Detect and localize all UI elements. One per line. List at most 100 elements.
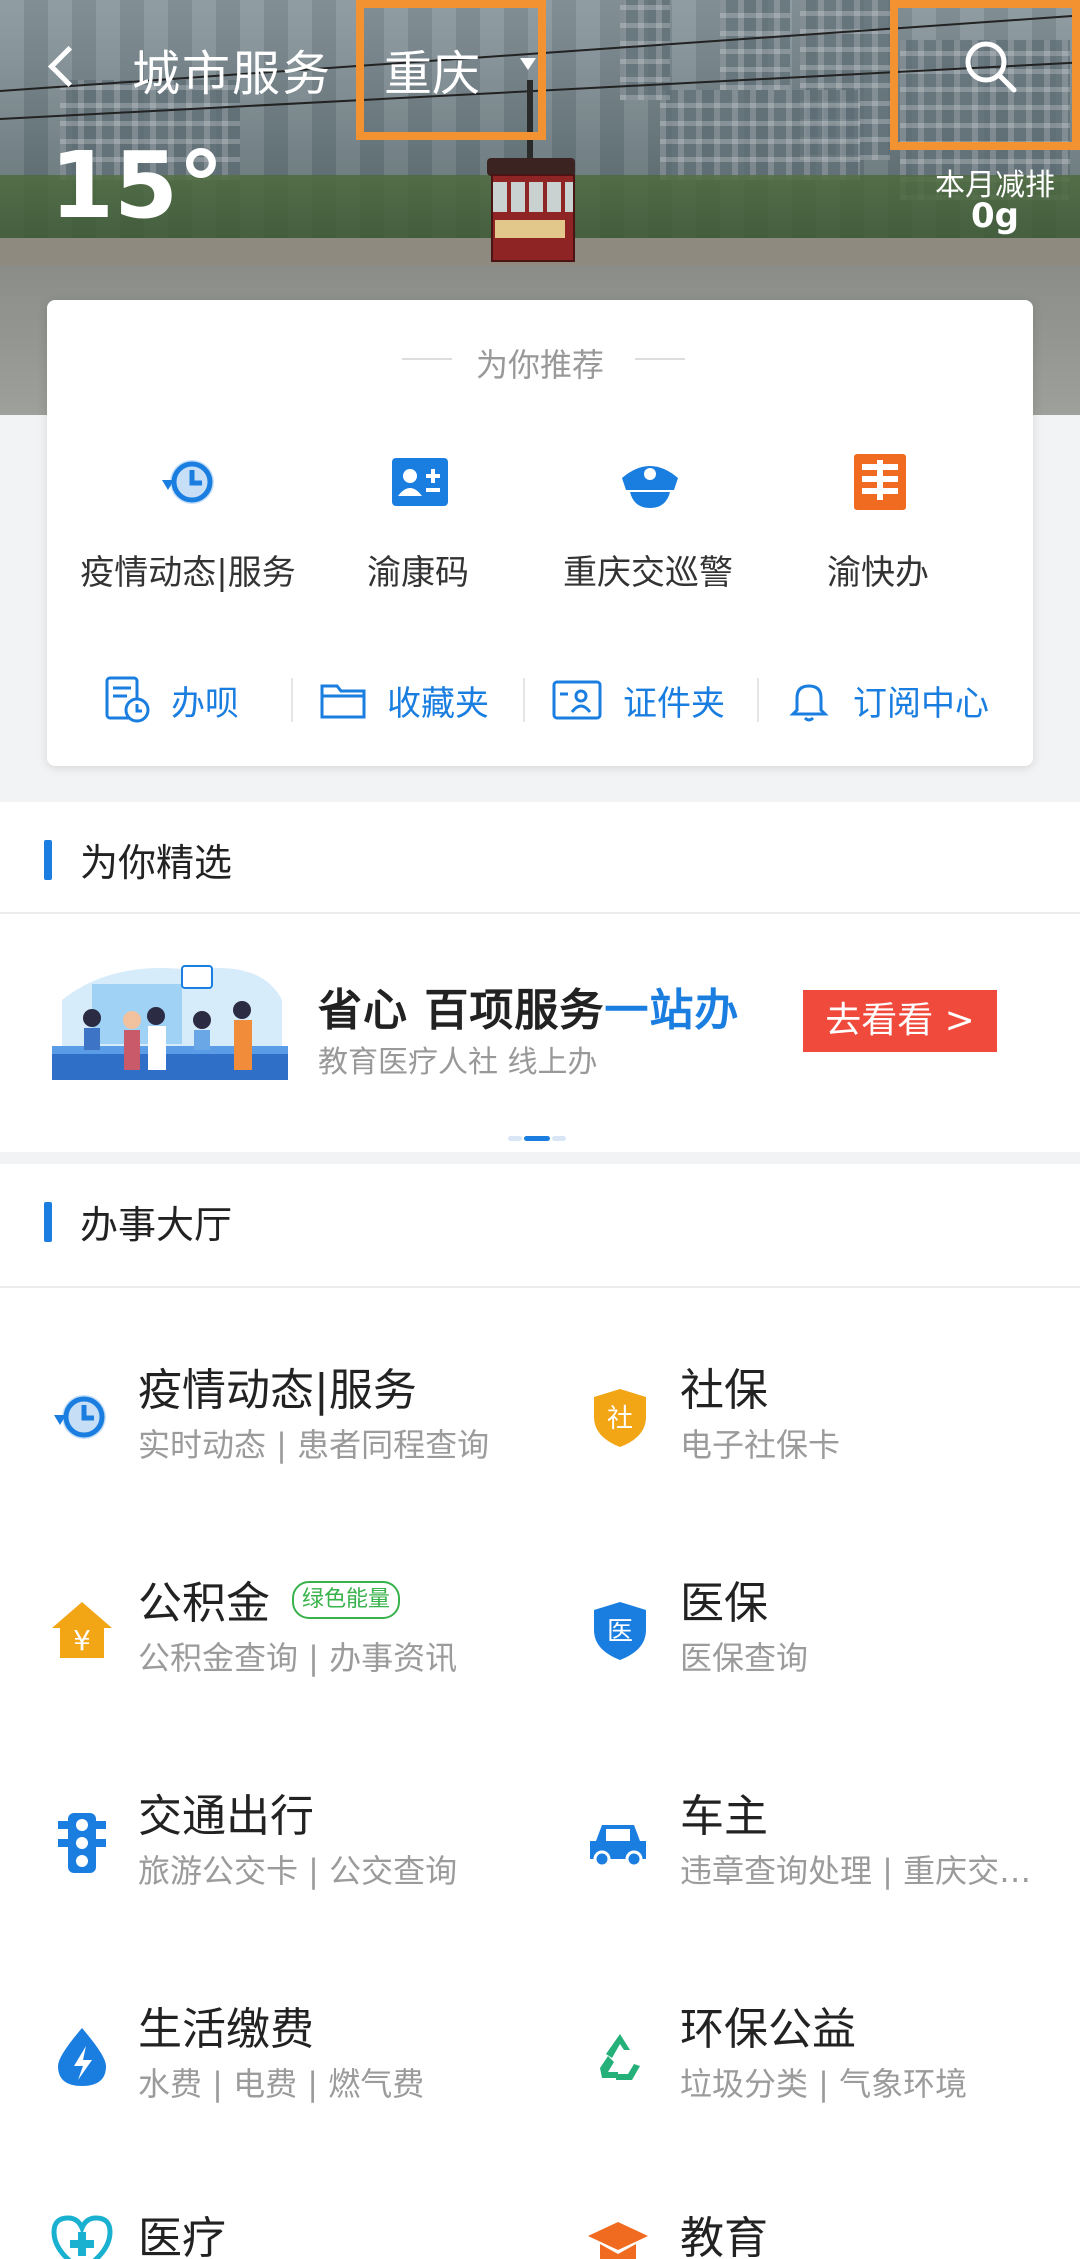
section-title: 为你精选 <box>80 841 233 885</box>
svg-text:¥: ¥ <box>73 1624 91 1657</box>
search-icon <box>965 41 1017 93</box>
service-desc: 实时动态 | 患者同程查询 <box>138 1426 490 1464</box>
promo-banner[interactable]: 省心 百项服务一站办 教育医疗人社 线上办 去看看 > <box>0 912 1080 1152</box>
service-name: 医保 <box>680 1578 768 1629</box>
tool-label: 收藏夹 <box>387 683 489 724</box>
carousel-dot-active <box>524 1136 550 1141</box>
heart-plus-icon <box>51 2215 113 2259</box>
tool-label: 订阅中心 <box>853 683 989 724</box>
traffic-light-icon <box>58 1813 106 1873</box>
water-drop-icon <box>58 2028 106 2086</box>
recommend-item-label: 渝康码 <box>367 553 469 593</box>
service-medical[interactable]: 医疗 <box>0 2192 540 2259</box>
medical-shield-icon: 医 <box>594 1602 646 1660</box>
service-name: 疫情动态|服务 <box>138 1365 417 1416</box>
service-hall-illustration <box>52 965 288 1080</box>
section-title: 办事大厅 <box>80 1203 233 1247</box>
section-marker <box>44 1202 52 1242</box>
service-epidemic[interactable]: 疫情动态|服务 实时动态 | 患者同程查询 <box>0 1340 540 1552</box>
tool-subscription[interactable]: 订阅中心 <box>785 670 989 730</box>
tool-favorites[interactable]: 收藏夹 <box>319 670 489 730</box>
promo-title: 省心 百项服务一站办 <box>318 974 739 1038</box>
service-name: 交通出行 <box>138 1791 314 1842</box>
police-cap-icon <box>622 466 678 508</box>
divider <box>523 678 525 722</box>
service-desc: 旅游公交卡 | 公交查询 <box>138 1852 458 1890</box>
recommend-item-health-code[interactable]: 渝康码 <box>303 450 533 600</box>
service-social-security[interactable]: 社 社保 电子社保卡 <box>540 1340 1080 1552</box>
city-selector[interactable]: 重庆 <box>356 0 560 150</box>
service-name: 环保公益 <box>680 2004 856 2055</box>
green-energy-badge: 绿色能量 <box>292 1581 401 1619</box>
divider <box>0 1286 1080 1288</box>
shield-icon: 社 <box>594 1389 646 1447</box>
recommend-item-label: 重庆交巡警 <box>563 553 733 593</box>
service-desc: 公积金查询 | 办事资讯 <box>138 1639 458 1677</box>
recommend-title: 为你推荐 <box>475 346 604 384</box>
carousel-dot <box>552 1136 566 1141</box>
emission-value[interactable]: 0g <box>955 196 1035 236</box>
svg-text:医: 医 <box>607 1617 633 1647</box>
service-medical-insurance[interactable]: 医 医保 医保查询 <box>540 1553 1080 1765</box>
divider <box>635 358 685 360</box>
service-name: 公积金 <box>138 1578 270 1629</box>
tool-documents[interactable]: 证件夹 <box>551 670 725 730</box>
tool-bar: 办呗 收藏夹 证件夹 订阅中心 <box>47 670 1033 730</box>
service-desc: 医保查询 <box>680 1639 809 1677</box>
divider <box>291 678 293 722</box>
service-housing-fund[interactable]: ¥ 公积金 绿色能量 公积金查询 | 办事资讯 <box>0 1553 540 1765</box>
bell-icon <box>789 684 829 722</box>
service-environment[interactable]: 环保公益 垃圾分类 | 气象环境 <box>540 1979 1080 2191</box>
dropdown-arrow-icon <box>520 58 536 70</box>
service-name: 医疗 <box>138 2213 226 2259</box>
search-button[interactable] <box>890 0 1080 150</box>
service-name: 社保 <box>680 1365 768 1416</box>
carousel-indicator <box>508 1136 568 1142</box>
promo-title-highlight: 一站办 <box>604 985 740 1036</box>
id-card-icon <box>392 458 448 506</box>
carousel-dot <box>508 1136 522 1141</box>
car-icon <box>590 1825 646 1868</box>
temperature: 15° <box>50 132 225 239</box>
clock-history-icon <box>54 1395 106 1439</box>
service-car-owner[interactable]: 车主 违章查询处理 | 重庆交巡警 <box>540 1766 1080 1978</box>
recycle-icon <box>600 2034 640 2080</box>
cable-car-image <box>487 80 575 262</box>
section-header: 为你精选 <box>0 802 1080 912</box>
section-marker <box>44 840 52 880</box>
page-title: 城市服务 <box>132 46 333 102</box>
service-desc: 水费 | 电费 | 燃气费 <box>138 2065 425 2103</box>
service-name: 车主 <box>680 1791 768 1842</box>
folder-icon <box>320 684 366 719</box>
promo-subtitle: 教育医疗人社 线上办 <box>318 1045 598 1080</box>
tool-label: 办呗 <box>171 683 239 724</box>
service-education[interactable]: 教育 <box>540 2192 1080 2259</box>
divider <box>757 678 759 722</box>
service-name: 生活缴费 <box>138 2004 314 2055</box>
recommend-item-label: 疫情动态|服务 <box>80 553 296 593</box>
document-clock-icon <box>105 676 150 723</box>
building-icon <box>854 454 906 510</box>
svg-text:社: 社 <box>607 1404 633 1434</box>
service-name: 教育 <box>680 2213 768 2259</box>
recommend-item-traffic-police[interactable]: 重庆交巡警 <box>533 450 763 600</box>
tool-banbei[interactable]: 办呗 <box>103 670 239 730</box>
clock-history-icon <box>162 460 214 504</box>
house-yen-icon: ¥ <box>52 1602 112 1658</box>
recommend-item-label: 渝快办 <box>827 553 929 593</box>
graduation-cap-icon <box>588 2222 648 2259</box>
recommend-item-yukuaiban[interactable]: 渝快办 <box>763 450 993 600</box>
service-utility-payment[interactable]: 生活缴费 水费 | 电费 | 燃气费 <box>0 1979 540 2191</box>
recommend-item-epidemic[interactable]: 疫情动态|服务 <box>73 450 303 600</box>
section-header: 办事大厅 <box>0 1164 1080 1274</box>
service-transport[interactable]: 交通出行 旅游公交卡 | 公交查询 <box>0 1766 540 1978</box>
promo-title-main: 省心 百项服务 <box>318 985 605 1036</box>
back-button[interactable] <box>42 36 92 96</box>
top-bar: 城市服务 重庆 <box>0 0 1080 150</box>
tool-label: 证件夹 <box>623 683 725 724</box>
service-desc: 垃圾分类 | 气象环境 <box>680 2065 968 2103</box>
id-card-outline-icon <box>552 680 602 720</box>
recommend-card: 为你推荐 疫情动态|服务 渝康码 重庆交巡警 渝快办 办呗 收藏夹 证件夹 订阅… <box>47 300 1033 766</box>
promo-go-button[interactable]: 去看看 > <box>803 990 997 1052</box>
city-name: 重庆 <box>384 46 481 102</box>
